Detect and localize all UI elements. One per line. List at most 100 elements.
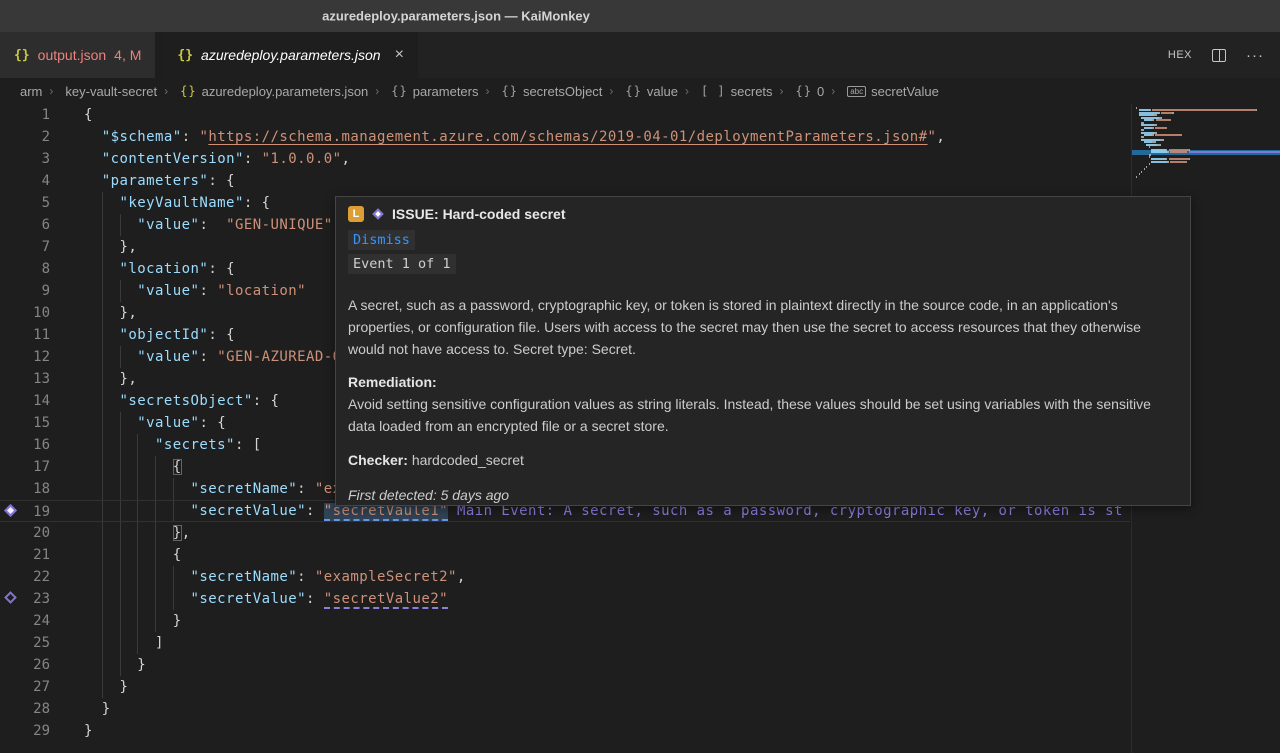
code-text: ] xyxy=(84,632,164,654)
token: }, xyxy=(84,305,137,321)
token: "secretValue" xyxy=(191,591,306,607)
token: } xyxy=(84,701,111,717)
token: "secretName" xyxy=(191,569,298,585)
token: , xyxy=(182,525,191,541)
code-line-22[interactable]: 22 "secretName": "exampleSecret2", xyxy=(0,566,1130,588)
token: { xyxy=(173,459,182,475)
token: } xyxy=(84,679,128,695)
braces-icon: {} xyxy=(501,84,517,98)
code-text: "parameters": { xyxy=(84,170,235,192)
braces-icon: {} xyxy=(796,84,812,98)
checker-value: hardcoded_secret xyxy=(412,452,524,468)
token: , xyxy=(457,569,466,585)
code-line-24[interactable]: 24 } xyxy=(0,610,1130,632)
line-number: 23 xyxy=(0,588,50,610)
code-line-23[interactable]: 23 "secretValue": "secretValue2" xyxy=(0,588,1130,610)
tab-azuredeploy.parameters.json[interactable]: {}azuredeploy.parameters.json× xyxy=(163,32,418,78)
code-line-27[interactable]: 27 } xyxy=(0,676,1130,698)
line-number: 7 xyxy=(0,236,50,258)
token: "value" xyxy=(137,349,199,365)
token xyxy=(84,569,191,585)
token: ] xyxy=(84,635,164,651)
code-line-29[interactable]: 29} xyxy=(0,720,1130,742)
line-number: 17 xyxy=(0,456,50,478)
code-text: { xyxy=(84,544,182,566)
line-number: 24 xyxy=(0,610,50,632)
event-counter-badge: Event 1 of 1 xyxy=(348,254,456,274)
code-line-1[interactable]: 1{ xyxy=(0,104,1130,126)
breadcrumb-item-key-vault-secret[interactable]: ›key-vault-secret xyxy=(42,84,157,99)
code-line-2[interactable]: 2 "$schema": "https://schema.management.… xyxy=(0,126,1130,148)
line-number: 29 xyxy=(0,720,50,742)
token: : { xyxy=(244,195,271,211)
line-number: 10 xyxy=(0,302,50,324)
line-number: 25 xyxy=(0,632,50,654)
code-line-21[interactable]: 21 { xyxy=(0,544,1130,566)
token: { xyxy=(84,107,93,123)
code-text: "secretsObject": { xyxy=(84,390,279,412)
code-line-20[interactable]: 20 }, xyxy=(0,522,1130,544)
token: "value" xyxy=(137,217,199,233)
code-text: } xyxy=(84,654,146,676)
line-number: 16 xyxy=(0,434,50,456)
more-actions-icon[interactable]: ··· xyxy=(1246,47,1264,64)
token xyxy=(84,437,155,453)
issue-tooltip: L ISSUE: Hard-coded secret Dismiss Event… xyxy=(335,196,1191,506)
dismiss-button[interactable]: Dismiss xyxy=(348,230,415,250)
braces-icon: {} xyxy=(391,84,407,98)
code-text: } xyxy=(84,720,93,742)
breadcrumb-label: azuredeploy.parameters.json xyxy=(202,84,369,99)
code-text: "value": { xyxy=(84,412,226,434)
code-text: } xyxy=(84,698,111,720)
breadcrumb-item-secretsObject[interactable]: ›{}secretsObject xyxy=(478,84,602,99)
breadcrumb-item-secretValue[interactable]: ›abcsecretValue xyxy=(824,84,939,99)
token: : xyxy=(199,217,226,233)
hex-button[interactable]: HEX xyxy=(1168,49,1192,61)
tab-output.json[interactable]: {}output.json4, M xyxy=(0,32,163,78)
chevron-right-icon: › xyxy=(831,84,835,98)
line-number: 22 xyxy=(0,566,50,588)
token xyxy=(84,349,137,365)
json-braces-icon: {} xyxy=(177,48,193,63)
code-line-25[interactable]: 25 ] xyxy=(0,632,1130,654)
line-number: 15 xyxy=(0,412,50,434)
code-text: }, xyxy=(84,522,191,544)
token: } xyxy=(173,525,182,541)
line-number: 19 xyxy=(0,501,50,523)
code-line-26[interactable]: 26 } xyxy=(0,654,1130,676)
token: "value" xyxy=(137,415,199,431)
token: https://schema.management.azure.com/sche… xyxy=(208,129,927,145)
code-text: "value": "GEN-UNIQUE" xyxy=(84,214,333,236)
token: "GEN-UNIQUE" xyxy=(226,217,333,233)
chevron-right-icon: › xyxy=(49,84,53,98)
breadcrumb-item-azuredeploy.parameters.json[interactable]: ›{}azuredeploy.parameters.json xyxy=(157,84,368,99)
line-number: 9 xyxy=(0,280,50,302)
code-line-3[interactable]: 3 "contentVersion": "1.0.0.0", xyxy=(0,148,1130,170)
code-line-4[interactable]: 4 "parameters": { xyxy=(0,170,1130,192)
breadcrumb-item-arm[interactable]: arm xyxy=(20,84,42,99)
breadcrumb-item-0[interactable]: ›{}0 xyxy=(773,84,825,99)
code-text: "value": "location" xyxy=(84,280,306,302)
token xyxy=(84,217,137,233)
token: : { xyxy=(208,327,235,343)
token: }, xyxy=(84,371,137,387)
line-number: 4 xyxy=(0,170,50,192)
split-editor-icon[interactable] xyxy=(1212,49,1226,62)
breadcrumb-label: secretValue xyxy=(871,84,939,99)
line-number: 18 xyxy=(0,478,50,500)
breadcrumb-item-secrets[interactable]: ›[ ]secrets xyxy=(678,84,773,99)
token: "location" xyxy=(217,283,306,299)
breadcrumb-label: value xyxy=(647,84,678,99)
issue-diamond-icon xyxy=(372,208,383,219)
breadcrumb-item-value[interactable]: ›{}value xyxy=(602,84,678,99)
token xyxy=(84,393,120,409)
breadcrumb-label: secretsObject xyxy=(523,84,602,99)
severity-badge-icon: L xyxy=(348,206,364,222)
token: : xyxy=(306,591,324,607)
token: }, xyxy=(84,239,137,255)
code-line-28[interactable]: 28 } xyxy=(0,698,1130,720)
breadcrumb-item-parameters[interactable]: ›{}parameters xyxy=(368,84,478,99)
token: "exampleSecret2" xyxy=(315,569,457,585)
close-tab-icon[interactable]: × xyxy=(395,47,404,63)
window-title: azuredeploy.parameters.json — KaiMonkey xyxy=(322,9,590,24)
